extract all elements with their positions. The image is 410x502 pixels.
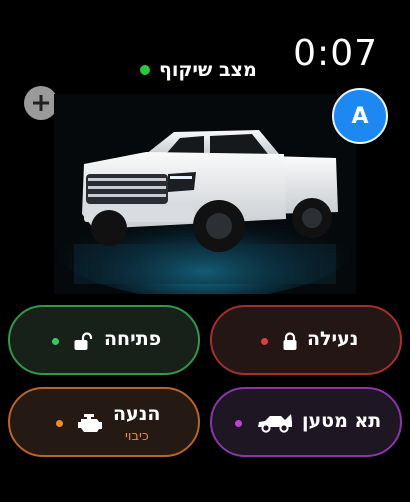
mode-indicator-dot: [140, 65, 150, 75]
engine-indicator-dot: [56, 420, 63, 427]
lock-indicator-dot: [261, 338, 268, 345]
mode-label: מצב שיקוף: [159, 59, 257, 81]
trunk-label: תא מטען: [302, 410, 382, 432]
lock-button[interactable]: נעילה: [210, 305, 402, 375]
vehicle-image: [54, 94, 356, 294]
unlock-label: פתיחה: [104, 328, 162, 350]
profile-avatar[interactable]: A: [332, 88, 388, 144]
trunk-button[interactable]: תא מטען: [210, 387, 402, 457]
car-trunk-icon: [258, 414, 292, 433]
engine-icon: [78, 414, 102, 432]
add-button[interactable]: [24, 86, 58, 120]
plus-icon: [33, 95, 49, 111]
lock-label: נעילה: [307, 328, 359, 350]
engine-label: הנעה: [113, 403, 161, 425]
mirror-mode-status: מצב שיקוף: [140, 58, 257, 82]
engine-start-button[interactable]: הנעה כיבוי: [8, 387, 200, 457]
unlock-indicator-dot: [52, 338, 59, 345]
clock: 0:07: [293, 33, 378, 74]
lock-icon: [283, 332, 297, 350]
engine-sub-label: כיבוי: [125, 429, 149, 444]
trunk-indicator-dot: [235, 420, 242, 427]
unlock-icon: [74, 332, 93, 350]
pickup-truck-image: [54, 94, 356, 294]
unlock-button[interactable]: פתיחה: [8, 305, 200, 375]
